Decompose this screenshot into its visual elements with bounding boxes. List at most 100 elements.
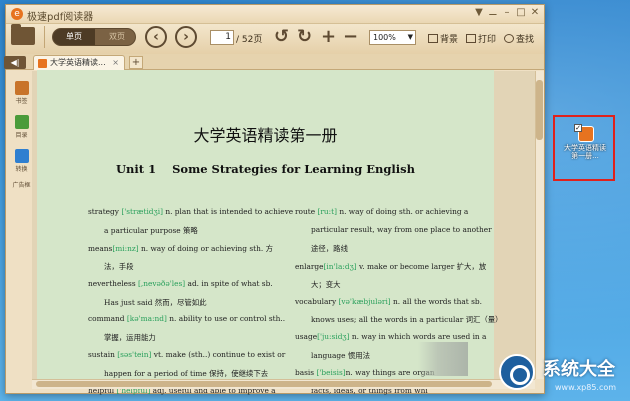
horizontal-scroll-thumb[interactable] (36, 381, 492, 387)
text-line: means[mi:nz] n. way of doing or achievin… (88, 243, 273, 254)
page-number-input[interactable]: 1 (210, 30, 234, 45)
menu-icon[interactable]: ⚊ (486, 7, 500, 18)
print-icon (466, 34, 476, 43)
watermark-url: www.xp85.com (555, 383, 617, 392)
text-line: 大；变大 (311, 279, 341, 290)
text-line: 途径，路线 (311, 243, 348, 254)
text-line: language 惯用法 (311, 350, 370, 361)
line-text: 大；变大 (311, 279, 341, 289)
zoom-select[interactable]: 100% ▼ (369, 30, 416, 45)
phonetic: [,nevəðə'les] (138, 278, 186, 288)
zoom-in-icon[interactable]: + (321, 26, 336, 48)
close-tab-icon[interactable]: × (112, 56, 119, 70)
background-label: 背景 (440, 35, 459, 45)
line-text: sustain (88, 350, 118, 360)
background-icon (428, 34, 438, 43)
app-logo-icon: e (11, 8, 23, 20)
print-button[interactable]: 打印 (466, 32, 496, 45)
maximize-button[interactable]: □ (514, 7, 528, 18)
phonetic: ['beisis] (316, 368, 346, 378)
watermark-logo-icon (499, 354, 535, 390)
close-button[interactable]: ✕ (528, 7, 542, 18)
find-button[interactable]: 查找 (504, 32, 534, 45)
text-line: knows uses; all the words in a particula… (311, 314, 503, 325)
line-text: n. way in which words are used in a (349, 332, 487, 342)
phonetic: [və'kæbjuləri] (338, 296, 391, 306)
line-text: strategy (88, 207, 122, 216)
next-page-button[interactable]: › (175, 26, 197, 48)
line-text: n. plan that is intended to achieve (162, 207, 294, 216)
background-button[interactable]: 背景 (428, 32, 458, 45)
watermark: 系统大全 www.xp85.com (495, 350, 630, 401)
text-line: basis ['beisis]n. way things are organ (295, 368, 435, 377)
open-folder-icon[interactable] (11, 24, 35, 45)
line-text: vocabulary (295, 296, 339, 306)
sidebar-item-label: 目录 (15, 132, 28, 139)
text-line: happen for a period of time 保持，使继续下去 (104, 368, 268, 379)
add-tab-button[interactable]: + (129, 56, 143, 69)
line-text: n. all the words that sb. (390, 296, 482, 306)
minimize-button[interactable]: – (500, 7, 514, 18)
text-line: usage['ju:sidʒ] n. way in which words ar… (295, 332, 486, 341)
highlight-box (553, 115, 615, 181)
line-text: n. ability to use or control sth.. (166, 314, 286, 324)
zoom-out-icon[interactable]: − (343, 26, 358, 48)
line-text: a particular purpose 策略 (104, 225, 198, 235)
contents-icon (14, 115, 29, 129)
line-text: v. make or become larger 扩大，放 (356, 261, 487, 271)
previous-page-button[interactable]: ‹ (145, 26, 167, 48)
text-line: a particular purpose 策略 (104, 225, 198, 236)
line-text: means (88, 243, 113, 253)
line-text: 掌握，运用能力 (104, 333, 156, 343)
text-line: 法，手段 (104, 261, 134, 272)
print-label: 打印 (478, 35, 497, 45)
sidebar-item-label: 转换 (15, 166, 28, 173)
sidebar-item-convert[interactable]: 转换 (11, 149, 32, 173)
sidebar-item-label: 书签 (15, 98, 28, 105)
toolbar-divider (44, 26, 45, 48)
line-text: Has just said 然而，尽管如此 (104, 297, 207, 307)
text-line: Has just said 然而，尽管如此 (104, 297, 207, 308)
text-line: route [ru:t] n. way of doing sth. or ach… (295, 207, 468, 216)
rotate-left-icon[interactable]: ↺ (274, 26, 289, 48)
text-line: enlarge[in'la:dʒ] v. make or become larg… (295, 261, 486, 272)
sidebar-item-contents[interactable]: 目录 (11, 115, 32, 139)
blurred-overlay (418, 342, 468, 376)
text-line: vocabulary [və'kæbjuləri] n. all the wor… (295, 297, 482, 306)
line-text: command (88, 314, 127, 324)
pdf-file-icon (38, 59, 47, 68)
line-text: n. way of doing or achieving sth. 方 (138, 243, 273, 253)
watermark-brand: 系统大全 (543, 359, 615, 380)
line-text: n. way of doing sth. or achieving a (336, 207, 469, 216)
double-page-button[interactable]: 双页 (99, 29, 135, 45)
sidebar-item-ad[interactable]: 广告框 (11, 179, 32, 189)
rotate-right-icon[interactable]: ↻ (297, 26, 312, 48)
line-text: route (295, 207, 318, 216)
phonetic: [ru:t] (317, 207, 337, 216)
zoom-value: 100% (373, 33, 396, 42)
phonetic: ['ju:sidʒ] (317, 332, 350, 342)
app-title: 极速pdf阅读器 (27, 12, 94, 23)
document-subtitle: Unit 1 Some Strategies for Learning Engl… (116, 162, 415, 176)
sidebar-item-bookmarks[interactable]: 书签 (11, 81, 32, 105)
text-line: 掌握，运用能力 (104, 332, 156, 343)
phonetic: [in'la:dʒ] (323, 261, 357, 271)
collapse-sidebar-button[interactable]: ◀| (4, 56, 26, 69)
vertical-scroll-thumb[interactable] (536, 80, 543, 140)
phonetic: [kə'ma:nd] (126, 314, 167, 324)
phonetic: [səs'tein] (117, 350, 152, 360)
line-text: enlarge (295, 261, 324, 271)
line-text: happen for a period of time 保持，使继续下去 (104, 369, 269, 379)
tab-label: 大学英语精读... (50, 58, 106, 67)
page-total: / 52页 (236, 35, 263, 45)
phonetic: ['strætidʒi] (121, 207, 163, 216)
line-text: particular result, way from one place to… (311, 224, 492, 234)
find-label: 查找 (516, 35, 535, 45)
single-page-button[interactable]: 单页 (53, 29, 95, 45)
line-text: knows uses; all the words in a particula… (311, 315, 503, 325)
skin-menu-icon[interactable]: ▼ (472, 7, 486, 18)
view-mode-group: 单页 双页 (52, 28, 136, 46)
text-line: nevertheless [,nevəðə'les] ad. in spite … (88, 279, 273, 288)
convert-icon (14, 149, 29, 163)
tab-document[interactable]: 大学英语精读... × (33, 55, 125, 70)
